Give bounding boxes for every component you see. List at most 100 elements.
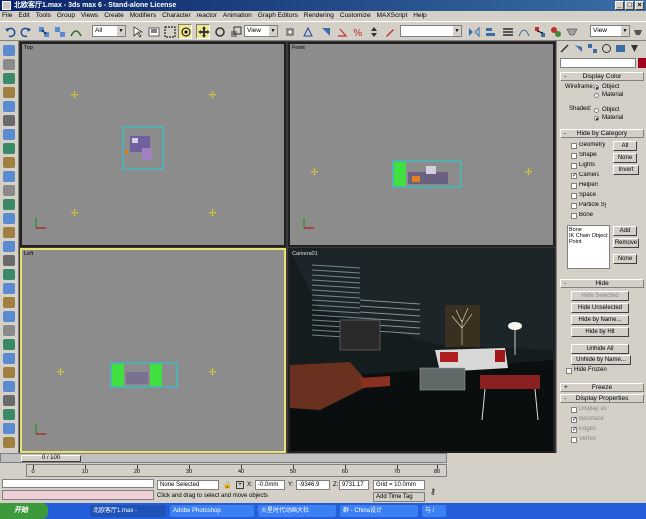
angle-snap-icon[interactable]	[334, 24, 348, 39]
tab-icon-10[interactable]	[3, 171, 15, 182]
taskbar-item-browser[interactable]: 火星时代动画大社	[258, 505, 336, 517]
named-selection-sets-dropdown[interactable]: ▼	[400, 25, 462, 37]
shaded-material-radio[interactable]	[594, 116, 599, 121]
selection-filter-dropdown[interactable]: All ▼	[92, 25, 126, 37]
light-icon[interactable]: ✢	[70, 91, 79, 100]
tab-icon-26[interactable]	[3, 395, 15, 406]
menu-file[interactable]: File	[2, 11, 12, 21]
maximize-button[interactable]: □	[625, 1, 634, 10]
all-button[interactable]: All	[613, 141, 637, 151]
menu-group[interactable]: Group	[57, 11, 75, 21]
menu-character[interactable]: Character	[162, 11, 191, 21]
tab-icon-24[interactable]	[3, 367, 15, 378]
light-icon[interactable]: ✢	[208, 209, 217, 218]
motion-tab-icon[interactable]	[601, 43, 613, 56]
unlink-selection-icon[interactable]	[52, 24, 66, 39]
menu-animation[interactable]: Animation	[223, 11, 252, 21]
tab-icon-18[interactable]	[3, 283, 15, 294]
tab-icon-11[interactable]	[3, 185, 15, 196]
maxscript-listener-mini[interactable]	[2, 479, 154, 488]
select-and-move-icon[interactable]	[196, 24, 210, 39]
category-checkbox[interactable]	[571, 183, 577, 189]
utilities-tab-icon[interactable]	[629, 43, 641, 56]
minimize-button[interactable]: _	[615, 1, 624, 10]
absolute-mode-icon[interactable]: +	[236, 481, 244, 489]
light-icon[interactable]: ✢	[208, 368, 217, 377]
tab-icon-17[interactable]	[3, 269, 15, 280]
tab-icon-9[interactable]	[3, 157, 15, 168]
viewport-label[interactable]: Top	[24, 45, 33, 51]
undo-icon[interactable]	[2, 24, 16, 39]
menu-reactor[interactable]: reactor	[197, 11, 217, 21]
display-properties-rollout-header[interactable]: - Display Properties	[560, 394, 644, 403]
viewport-label[interactable]: Left	[24, 251, 33, 257]
category-checkbox[interactable]	[571, 163, 577, 169]
display-tab-icon[interactable]	[615, 43, 627, 56]
tab-icon-6[interactable]	[3, 115, 15, 126]
display-property-checkbox[interactable]: ✓	[571, 427, 577, 433]
display-property-checkbox[interactable]: ✓	[571, 417, 577, 423]
category-checkbox[interactable]	[571, 153, 577, 159]
window-crossing-icon[interactable]	[178, 24, 192, 39]
menu-graph-editors[interactable]: Graph Editors	[258, 11, 298, 21]
taskbar-item-photoshop[interactable]: Adobe Photoshop	[170, 505, 254, 517]
menu-edit[interactable]: Edit	[18, 11, 29, 21]
taskbar-item-3dsmax[interactable]: 北欧客厅1.max -	[90, 505, 166, 517]
light-icon[interactable]: ✢	[524, 168, 533, 177]
edit-named-selections-icon[interactable]	[382, 24, 396, 39]
hierarchy-tab-icon[interactable]	[587, 43, 599, 56]
none-button[interactable]: None	[613, 153, 637, 163]
modify-tab-icon[interactable]	[573, 43, 585, 56]
menu-help[interactable]: Help	[413, 11, 426, 21]
manipulate-icon[interactable]	[300, 24, 314, 39]
tab-icon-29[interactable]	[3, 437, 15, 448]
menu-customize[interactable]: Customize	[340, 11, 371, 21]
shaded-object-radio[interactable]	[594, 108, 599, 113]
bind-to-space-warp-icon[interactable]	[68, 24, 82, 39]
render-type-dropdown[interactable]: View ▼	[590, 25, 630, 37]
taskbar-item-qq-group[interactable]: 群 - China设计	[340, 505, 418, 517]
tab-icon-5[interactable]	[3, 101, 15, 112]
display-property-checkbox[interactable]	[571, 407, 577, 413]
list-item[interactable]: Point	[569, 239, 608, 245]
select-by-name-icon[interactable]	[146, 24, 160, 39]
room-geometry-left[interactable]	[110, 362, 178, 388]
hide-by-category-rollout-header[interactable]: - Hide by Category	[560, 129, 644, 138]
tab-icon-4[interactable]	[3, 87, 15, 98]
category-checkbox[interactable]	[571, 143, 577, 149]
menu-maxscript[interactable]: MAXScript	[377, 11, 408, 21]
room-geometry-top[interactable]	[122, 126, 164, 170]
select-object-icon[interactable]	[130, 24, 144, 39]
rectangular-selection-icon[interactable]	[162, 24, 176, 39]
menu-tools[interactable]: Tools	[36, 11, 51, 21]
percent-snap-icon[interactable]: %	[350, 24, 364, 39]
add-time-tag-button[interactable]: Add Time Tag	[373, 492, 425, 502]
add-button[interactable]: Add	[613, 226, 637, 236]
select-and-scale-icon[interactable]	[228, 24, 242, 39]
category-checkbox[interactable]: ✓	[571, 173, 577, 179]
time-slider[interactable]: 0 / 100	[0, 453, 447, 463]
viewport-label[interactable]: Front	[292, 45, 305, 51]
category-listbox[interactable]: Bone IK Chain Object Point	[567, 225, 610, 269]
tab-icon-1[interactable]	[3, 45, 15, 56]
hide-by-hit-button[interactable]: Hide by Hit	[571, 327, 629, 337]
wireframe-material-radio[interactable]	[594, 93, 599, 98]
tab-icon-14[interactable]	[3, 227, 15, 238]
tab-icon-2[interactable]	[3, 59, 15, 70]
maxscript-output-mini[interactable]	[2, 490, 154, 500]
track-bar[interactable]: 0 10 20 30 40 50 60 70 80	[26, 464, 447, 477]
freeze-rollout-header[interactable]: + Freeze	[560, 383, 644, 392]
snaps-toggle-icon[interactable]	[318, 24, 332, 39]
object-color-swatch[interactable]	[638, 58, 646, 68]
viewport-top[interactable]: Top ✢ ✢ ✢ ✢	[20, 42, 286, 247]
taskbar-item-chat[interactable]: 与 /	[422, 505, 446, 517]
select-and-rotate-icon[interactable]	[212, 24, 226, 39]
tab-icon-28[interactable]	[3, 423, 15, 434]
mirror-icon[interactable]	[466, 24, 480, 39]
reference-coordinate-dropdown[interactable]: View ▼	[244, 25, 278, 37]
tab-icon-12[interactable]	[3, 199, 15, 210]
viewport-front[interactable]: Front ✢ ✢	[288, 42, 555, 247]
hide-frozen-checkbox[interactable]	[566, 368, 572, 374]
hide-rollout-header[interactable]: - Hide	[560, 279, 644, 288]
light-icon[interactable]: ✢	[70, 209, 79, 218]
